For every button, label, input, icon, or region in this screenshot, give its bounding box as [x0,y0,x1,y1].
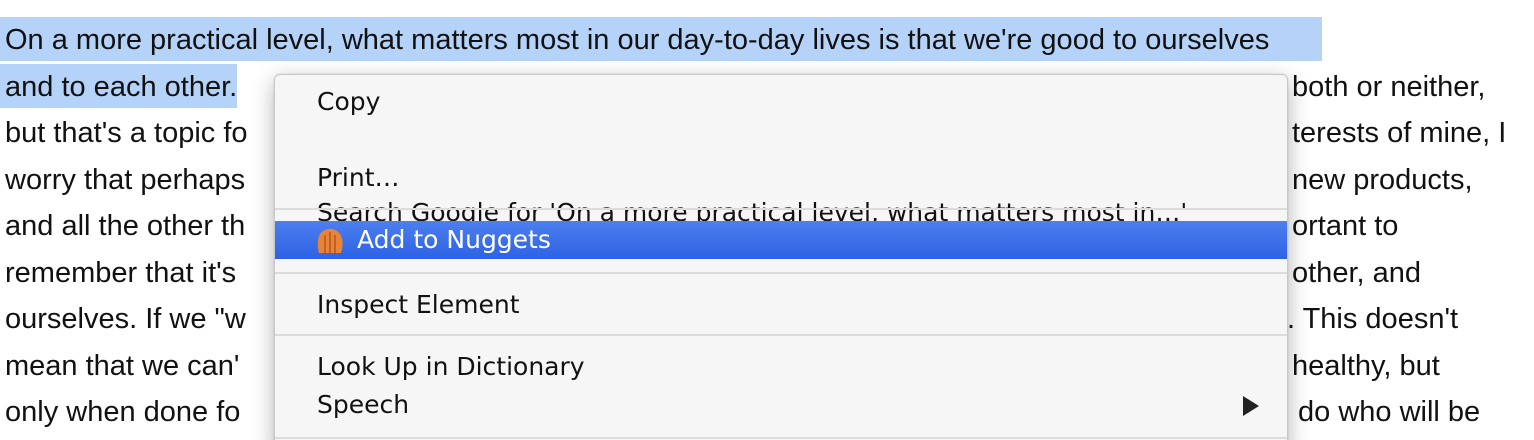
context-menu: Copy Search Google for 'On a more practi… [274,74,1288,440]
selected-text[interactable]: On a more practical level, what matters … [0,17,1323,61]
menu-item-add-to-nuggets[interactable]: Add to Nuggets [275,221,1287,259]
text-fragment: but that's a topic fo [5,117,248,149]
text-fragment: remember that it's [5,256,237,289]
menu-item-label: Add to Nuggets [357,225,551,254]
browser-page: On a more practical level, what matters … [0,0,1534,440]
menu-item-copy[interactable]: Copy [275,83,1287,121]
text-fragment: do who will be [1298,396,1481,428]
menu-separator [275,334,1287,336]
menu-item-print[interactable]: Print… [275,159,1287,197]
text-fragment: ourselves. If we "w [5,303,246,335]
text-fragment: both or neither, [1292,70,1486,103]
text-fragment: ortant to [1292,210,1399,242]
text-fragment: mean that we can' [5,349,240,382]
text-fragment: and all the other th [5,210,246,242]
text-fragment: healthy, but [1292,349,1440,382]
text-line: On a more practical level, what matters … [0,17,1534,64]
text-fragment: terests of mine, I [1292,117,1507,149]
text-fragment: only when done fo [5,396,241,428]
menu-item-speech[interactable]: Speech [275,386,1287,424]
text-fragment: worry that perhaps [5,163,246,196]
text-fragment: new products, [1292,163,1473,196]
menu-separator [275,208,1287,210]
menu-item-look-up-dictionary[interactable]: Look Up in Dictionary [275,348,1287,386]
chevron-right-icon [1243,396,1259,416]
text-fragment: . This doesn't [1287,303,1459,335]
menu-separator [275,437,1287,439]
nugget-icon [317,228,343,253]
selected-text[interactable]: and to each other. [0,63,238,108]
menu-item-inspect-element[interactable]: Inspect Element [275,286,1287,324]
text-fragment: other, and [1292,256,1421,289]
menu-separator [275,272,1287,274]
menu-item-label: Speech [317,390,410,419]
